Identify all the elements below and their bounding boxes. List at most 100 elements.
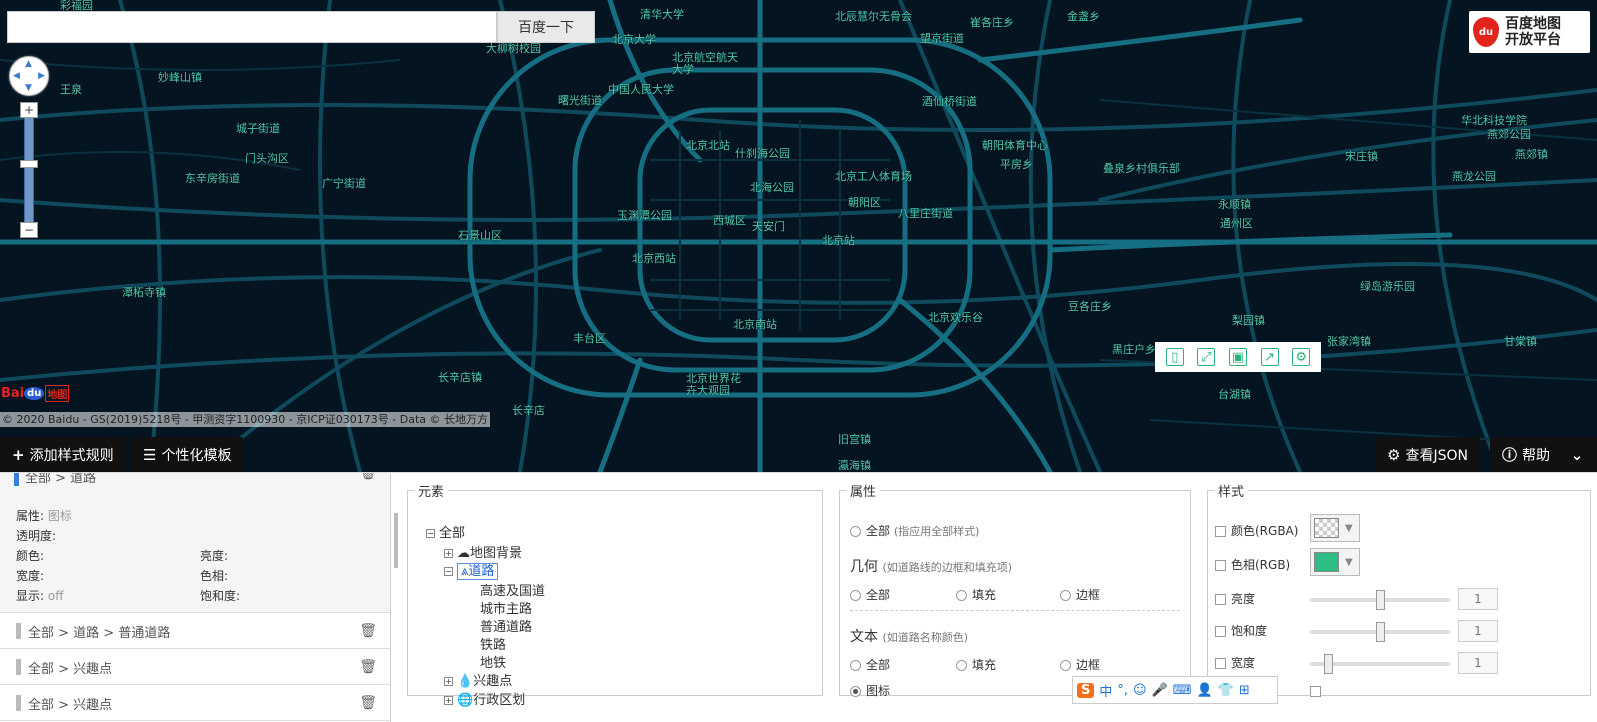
color-picker[interactable]: ▼	[1310, 514, 1360, 542]
tree-node-map-bg[interactable]: + ☁地图背景	[444, 542, 522, 561]
map-canvas[interactable]: 彩福园 清华大学 北京大学 大柳树校园 北京航空航天大学 中国人民大学 北辰慧尔…	[0, 0, 1597, 472]
view-json-button[interactable]: ⚙ 查看JSON	[1375, 437, 1480, 472]
tree-node-road[interactable]: − ⩓道路	[444, 560, 499, 580]
expand-icon[interactable]: +	[444, 677, 453, 686]
slider-handle[interactable]	[1324, 654, 1333, 674]
trash-icon[interactable]: 🗑	[359, 623, 377, 639]
expand-icon[interactable]: +	[444, 549, 453, 558]
collapse-icon[interactable]: −	[426, 529, 435, 538]
prop-all[interactable]: 全部 (指应用全部样式)	[850, 522, 979, 539]
settings-icon[interactable]: ⚙	[1292, 348, 1311, 366]
collapse-button[interactable]: ⌄	[1562, 437, 1597, 472]
checkbox-icon[interactable]	[1215, 626, 1226, 637]
checkbox-icon[interactable]	[1310, 686, 1321, 697]
ime-chinese-icon[interactable]: 中	[1099, 681, 1112, 700]
tree-node-poi[interactable]: + 💧兴趣点	[444, 670, 512, 689]
width-option[interactable]: 宽度	[1215, 654, 1255, 671]
brightness-label: 亮度:	[200, 549, 229, 563]
zoom-slider[interactable]	[24, 103, 34, 238]
help-button[interactable]: ⓘ 帮助	[1490, 437, 1563, 472]
ime-skin-icon[interactable]: 👕	[1218, 683, 1234, 698]
search-button[interactable]: 百度一下	[497, 11, 595, 43]
map-label: 北京航空航天大学	[672, 51, 738, 76]
text-all[interactable]: 全部	[850, 656, 890, 673]
template-button[interactable]: ☰ 个性化模板	[131, 437, 244, 472]
tree-node-child[interactable]: 铁路	[480, 634, 506, 653]
fullscreen-icon[interactable]: ⤢	[1197, 348, 1216, 366]
trash-icon[interactable]: 🗑	[359, 659, 377, 675]
radio-icon[interactable]	[850, 526, 861, 537]
search-input[interactable]	[7, 11, 497, 43]
zoom-handle[interactable]	[20, 160, 38, 168]
radio-icon[interactable]	[850, 686, 861, 697]
radio-icon[interactable]	[956, 660, 967, 671]
ime-emoji-icon[interactable]: ☺	[1133, 683, 1147, 698]
ime-keyboard-icon[interactable]: ⌨	[1173, 683, 1192, 698]
pan-right-icon[interactable]: ▶	[38, 71, 45, 81]
hue-rgb-option[interactable]: 色相(RGB)	[1215, 556, 1290, 573]
checkbox-icon[interactable]	[1215, 658, 1226, 669]
tree-node-child[interactable]: 地铁	[480, 652, 506, 671]
saturation-value[interactable]: 1	[1458, 620, 1498, 642]
tree-node-admin[interactable]: + 🌐行政区划	[444, 689, 525, 708]
text-border[interactable]: 边框	[1060, 656, 1100, 673]
scrollbar[interactable]	[394, 513, 398, 568]
brightness-value[interactable]: 1	[1458, 588, 1498, 610]
zoom-out-button[interactable]: −	[20, 222, 38, 238]
tree-node-child[interactable]: 普通道路	[480, 616, 532, 635]
zoom-in-button[interactable]: +	[20, 102, 38, 118]
ime-mic-icon[interactable]: 🎤	[1152, 683, 1168, 698]
trash-icon[interactable]: 🗑	[359, 473, 377, 481]
geometry-fill[interactable]: 填充	[956, 586, 996, 603]
width-value[interactable]: 1	[1458, 652, 1498, 674]
tree-node-child[interactable]: 城市主路	[480, 598, 532, 617]
ime-user-icon[interactable]: 👤	[1197, 683, 1213, 698]
radio-icon[interactable]	[850, 590, 861, 601]
slider-handle[interactable]	[1376, 590, 1385, 610]
text-fill[interactable]: 填充	[956, 656, 996, 673]
geometry-all[interactable]: 全部	[850, 586, 890, 603]
saturation-slider[interactable]	[1310, 622, 1450, 642]
ime-grid-icon[interactable]: ⊞	[1239, 683, 1250, 698]
radio-icon[interactable]	[1060, 660, 1071, 671]
pan-left-icon[interactable]: ◀	[13, 71, 20, 81]
save-icon[interactable]: ▣	[1228, 348, 1247, 366]
geometry-border[interactable]: 边框	[1060, 586, 1100, 603]
pan-control[interactable]: ▲ ▼ ◀ ▶	[9, 56, 49, 96]
trash-icon[interactable]: 🗑	[359, 695, 377, 711]
collapse-icon[interactable]: −	[444, 567, 453, 576]
ime-punct-icon[interactable]: °,	[1117, 683, 1128, 698]
brightness-option[interactable]: 亮度	[1215, 590, 1255, 607]
add-style-rule-button[interactable]: + 添加样式规则	[0, 437, 126, 472]
tree-node-root[interactable]: − 全部	[426, 522, 465, 541]
geometry-heading: 几何 (如道路线的边框和填充项)	[850, 556, 1012, 576]
rule-item[interactable]: 全部 > 兴趣点 🗑	[0, 686, 390, 721]
road-node-selected[interactable]: ⩓道路	[457, 563, 499, 580]
tree-node-child[interactable]: 高速及国道	[480, 580, 545, 599]
sogou-logo-icon[interactable]: S	[1077, 682, 1095, 698]
radio-icon[interactable]	[956, 590, 967, 601]
pan-down-icon[interactable]: ▼	[25, 83, 32, 93]
share-icon[interactable]: ↗	[1260, 348, 1279, 366]
checkbox-icon[interactable]	[1215, 526, 1226, 537]
slider-handle[interactable]	[1376, 622, 1385, 642]
map-label: 崔各庄乡	[970, 16, 1014, 29]
color-rgba-option[interactable]: 颜色(RGBA)	[1215, 522, 1298, 539]
hue-picker[interactable]: ▼	[1310, 548, 1360, 576]
checkbox-icon[interactable]	[1215, 594, 1226, 605]
rule-item[interactable]: 全部 > 兴趣点 🗑	[0, 650, 390, 685]
saturation-option[interactable]: 饱和度	[1215, 622, 1267, 639]
rule-item[interactable]: 全部 > 道路 > 普通道路 🗑	[0, 614, 390, 649]
width-slider[interactable]	[1310, 654, 1450, 674]
pan-up-icon[interactable]: ▲	[25, 59, 32, 69]
display-toggle[interactable]	[1310, 684, 1326, 698]
rule-active[interactable]: 全部 > 道路 🗑 属性: 图标 透明度: 颜色: 亮度: 宽度: 色相: 显示…	[0, 473, 390, 613]
prop-icon[interactable]: 图标	[850, 682, 890, 699]
checkbox-icon[interactable]	[1215, 560, 1226, 571]
bookmark-icon[interactable]: ▯	[1165, 348, 1184, 366]
radio-icon[interactable]	[1060, 590, 1071, 601]
brightness-slider[interactable]	[1310, 590, 1450, 610]
radio-icon[interactable]	[850, 660, 861, 671]
map-label: 朝阳区	[848, 196, 881, 209]
expand-icon[interactable]: +	[444, 696, 453, 705]
